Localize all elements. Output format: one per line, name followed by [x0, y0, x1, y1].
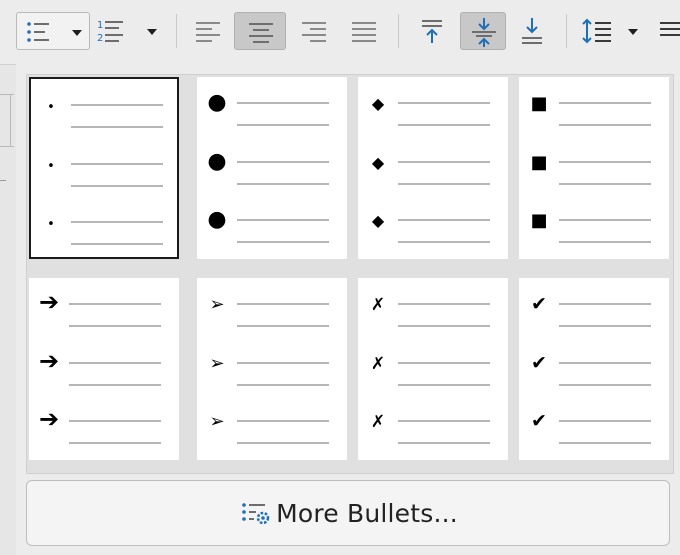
align-bottom-icon	[522, 18, 542, 44]
svg-text:1: 1	[97, 20, 103, 31]
bullet-style-check[interactable]: ✔ ✔ ✔	[519, 278, 669, 460]
bullet-glyph: ✗	[371, 295, 385, 315]
align-left-button[interactable]	[190, 12, 226, 50]
unordered-list-button[interactable]	[16, 12, 90, 50]
bullet-glyph: ➢	[209, 294, 224, 315]
bullet-glyph: ■	[530, 93, 547, 114]
bullet-glyph: ●	[207, 90, 226, 115]
bullet-style-small-dot[interactable]: • • •	[29, 77, 179, 259]
bullet-glyph: ➢	[209, 353, 224, 374]
bullet-glyph: •	[47, 217, 55, 232]
align-center-icon	[249, 23, 273, 43]
justify-icon	[352, 22, 376, 42]
bullet-glyph: •	[47, 100, 55, 115]
align-right-button[interactable]	[296, 12, 332, 50]
bullet-glyph: ■	[530, 152, 547, 173]
toolbar-separator	[398, 14, 399, 48]
bullet-glyph: ✔	[531, 352, 547, 374]
bullet-glyph: ◆	[372, 211, 385, 230]
bullet-glyph: ➔	[39, 288, 59, 316]
more-bullets-button[interactable]: More Bullets...	[26, 480, 670, 546]
bullet-glyph: ◆	[372, 94, 385, 113]
bullet-glyph: ➢	[209, 411, 224, 432]
bullet-glyph: ✔	[531, 410, 547, 432]
bullet-style-grid: • • • ● ● ● ◆ ◆ ◆ ■ ■ ■ ➔ ➔ ➔ ➢ ➢ ➢ ✗ ✗ ✗ ✔ ✔ ✔	[26, 74, 674, 474]
bullet-preview: ➔ ➔ ➔	[39, 288, 161, 444]
bullet-glyph: ✗	[371, 412, 385, 432]
align-bottom-button[interactable]	[514, 12, 550, 50]
ordered-list-button[interactable]: 1 2	[93, 12, 165, 50]
center-vertically-icon	[472, 18, 496, 47]
bullet-style-arrow[interactable]: ➔ ➔ ➔	[29, 278, 179, 460]
bullet-style-cross[interactable]: ✗ ✗ ✗	[358, 278, 508, 460]
bullet-preview: ✗ ✗ ✗	[371, 295, 490, 444]
bullet-glyph: ✔	[531, 293, 547, 315]
bullet-preview: ➢ ➢ ➢	[209, 294, 329, 444]
bullet-glyph: ●	[207, 149, 226, 174]
bullet-style-arrowhead[interactable]: ➢ ➢ ➢	[197, 278, 347, 460]
bullet-preview: ● ● ●	[207, 90, 329, 243]
line-spacing-button[interactable]	[578, 12, 648, 50]
align-top-button[interactable]	[414, 12, 450, 50]
more-bullets-label: More Bullets...	[276, 498, 458, 528]
bullet-glyph: •	[47, 159, 55, 174]
bullet-preview: ◆ ◆ ◆	[372, 94, 490, 243]
bullet-style-large-dot[interactable]: ● ● ●	[197, 77, 347, 259]
bullets-popup: • • • ● ● ● ◆ ◆ ◆ ■ ■ ■ ➔ ➔ ➔ ➢ ➢ ➢ ✗ ✗ ✗ ✔ ✔ ✔ More Bullets...	[16, 64, 680, 555]
bullet-style-square[interactable]: ■ ■ ■	[519, 77, 669, 259]
svg-text:2: 2	[97, 33, 103, 44]
line-spacing-dropdown-icon[interactable]	[628, 29, 638, 35]
align-center-button[interactable]	[234, 12, 286, 50]
toolbar-separator	[566, 14, 567, 48]
document-edge	[0, 64, 17, 555]
bullet-glyph: ➔	[39, 347, 59, 375]
ordered-list-dropdown-icon[interactable]	[147, 29, 157, 35]
center-vertically-button[interactable]	[460, 12, 506, 50]
formatting-toolbar: 1 2	[0, 0, 680, 65]
bullet-glyph: ●	[207, 207, 226, 232]
paragraph-spacing-icon	[660, 22, 680, 36]
align-right-icon	[302, 22, 326, 42]
align-left-icon	[196, 22, 220, 42]
bullet-settings-icon	[238, 498, 274, 528]
bullet-preview: • • •	[47, 100, 163, 245]
bullet-glyph: ■	[530, 210, 547, 231]
bullet-preview: ■ ■ ■	[530, 93, 651, 243]
bullet-glyph: ✗	[371, 354, 385, 374]
bullet-style-diamond[interactable]: ◆ ◆ ◆	[358, 77, 508, 259]
paragraph-spacing-button[interactable]	[656, 12, 680, 50]
toolbar-separator	[176, 14, 177, 48]
bullet-glyph: ◆	[372, 153, 385, 172]
bullet-preview: ✔ ✔ ✔	[531, 293, 651, 444]
justify-button[interactable]	[346, 12, 382, 50]
align-top-icon	[422, 20, 442, 43]
bullet-glyph: ➔	[39, 405, 59, 433]
unordered-list-dropdown-icon[interactable]	[72, 30, 82, 36]
